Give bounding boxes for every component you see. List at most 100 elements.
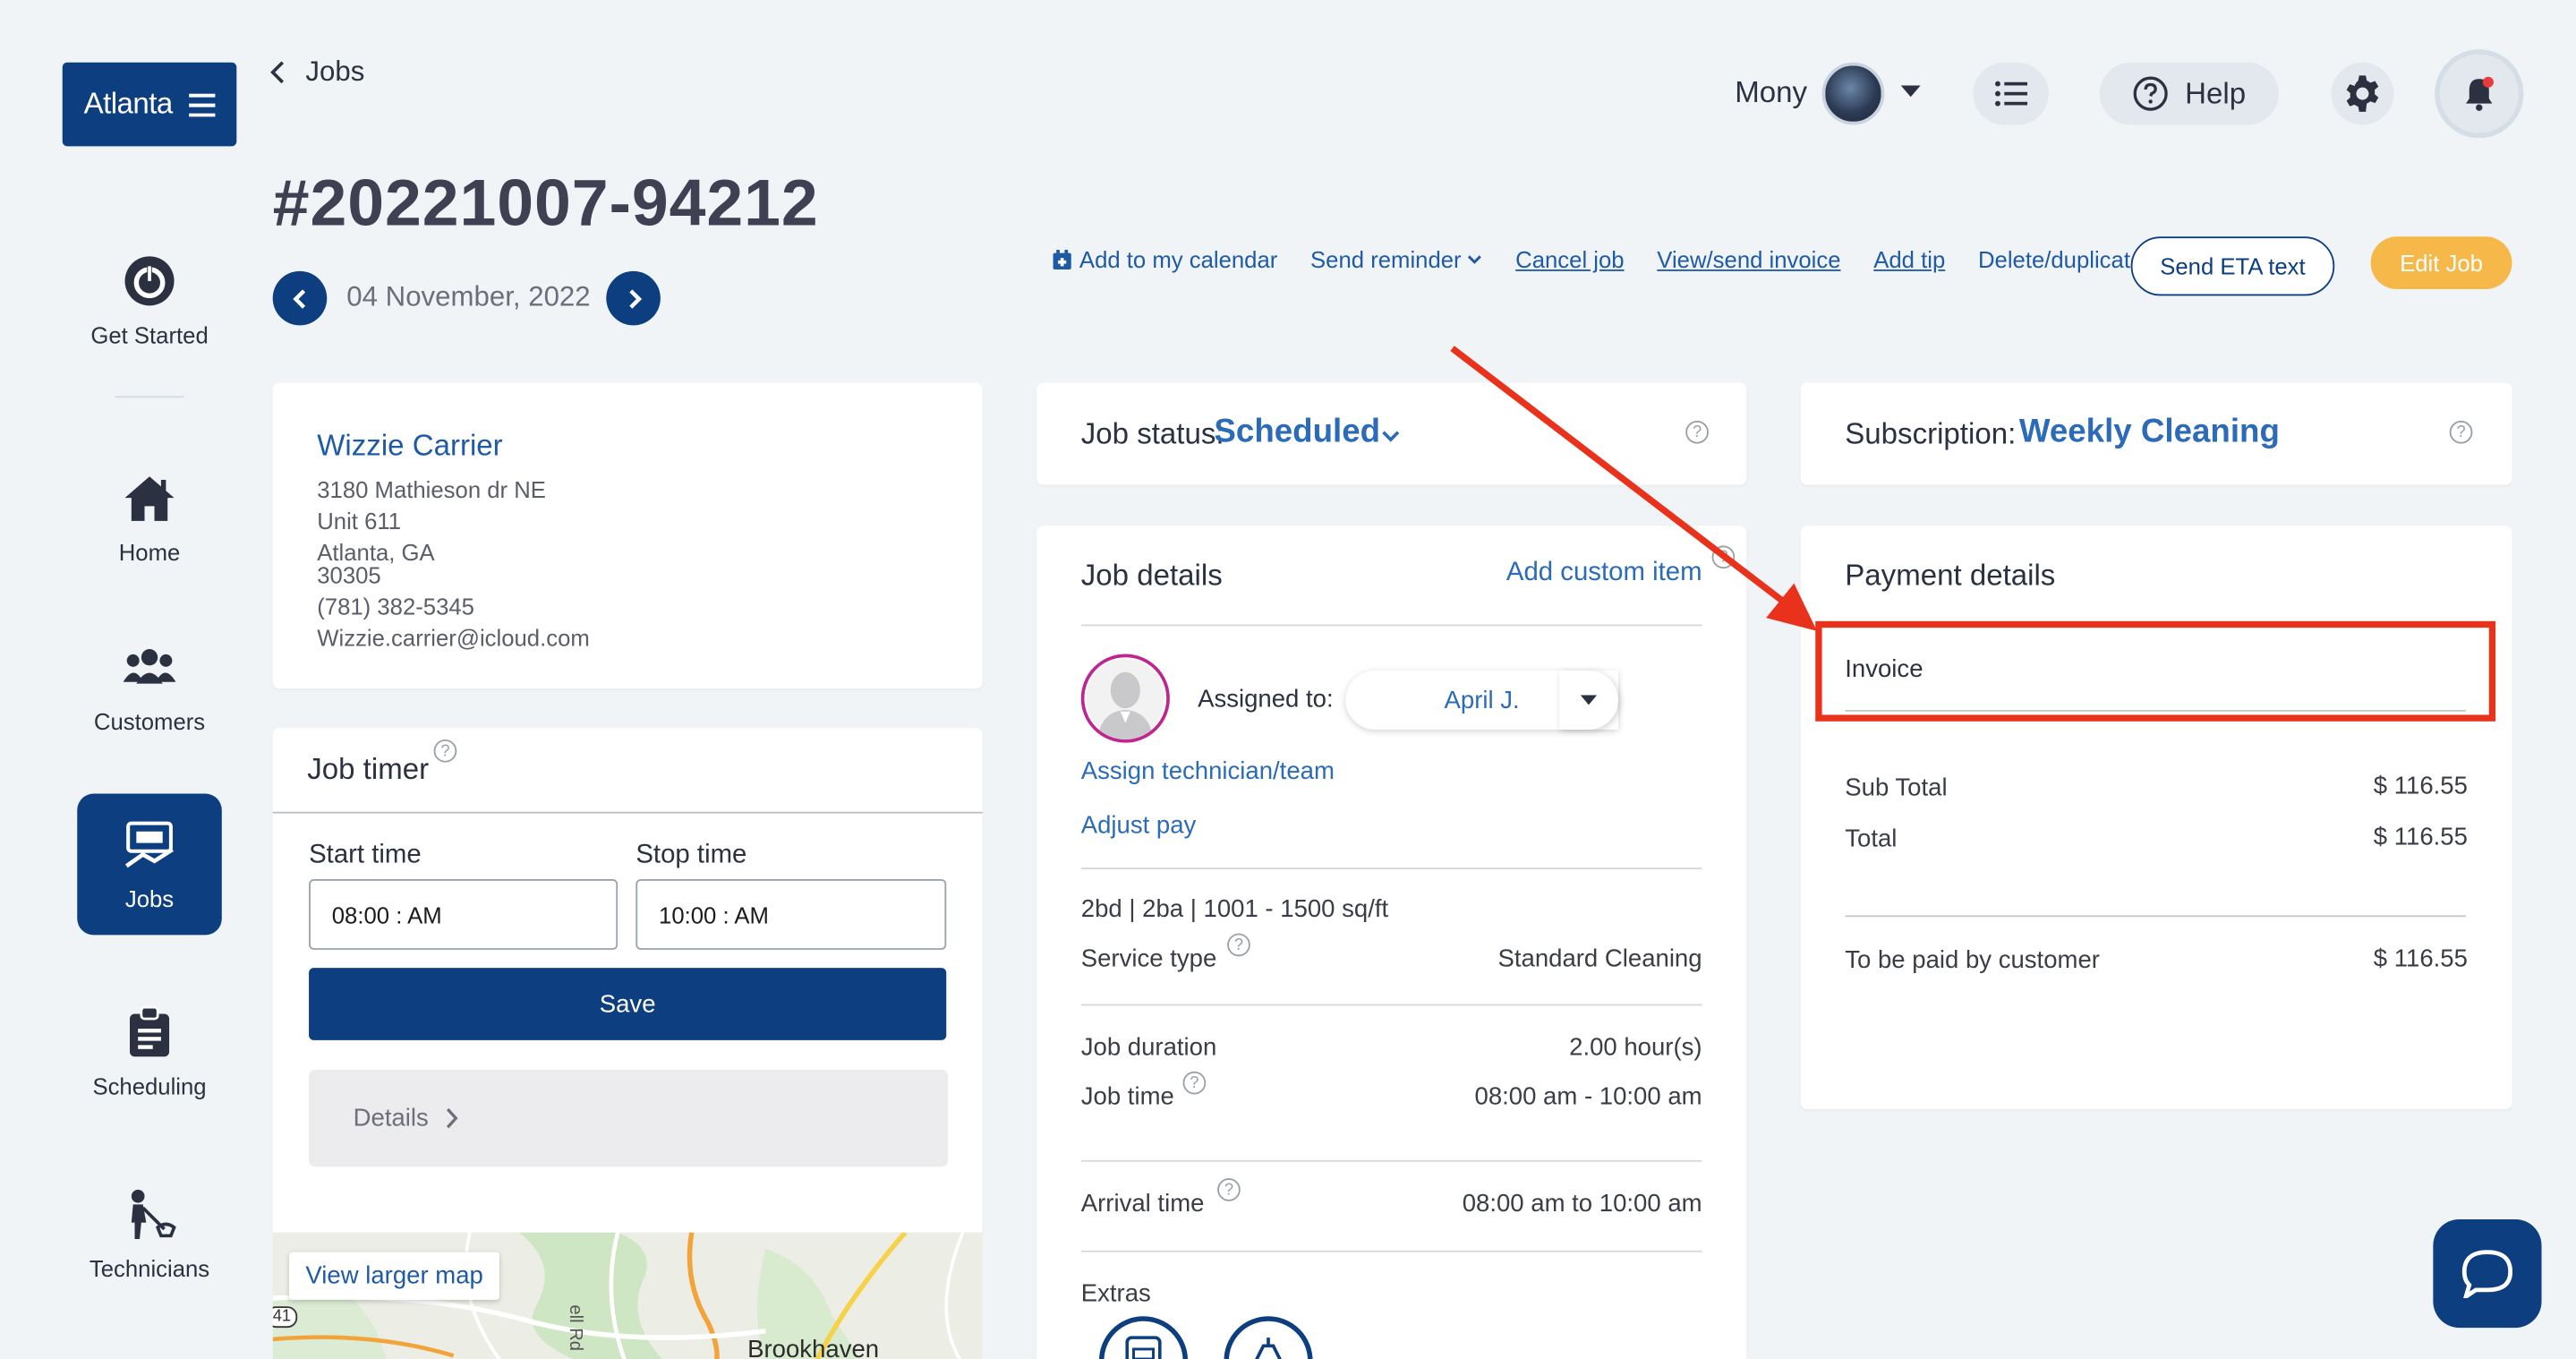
map-route-shield: 41 xyxy=(272,1306,298,1329)
help-label: Help xyxy=(2185,76,2247,110)
extra-item-fridge[interactable] xyxy=(1224,1316,1313,1359)
send-eta-text-button[interactable]: Send ETA text xyxy=(2130,236,2335,296)
customer-email: Wizzie.carrier@icloud.com xyxy=(317,623,590,651)
sidebar-item-label: Home xyxy=(118,539,181,566)
page-title: #20221007-94212 xyxy=(272,167,819,240)
job-time-value: 08:00 am - 10:00 am xyxy=(1474,1082,1702,1111)
sidebar-item-scheduling[interactable]: Scheduling xyxy=(77,981,222,1123)
view-send-invoice-link[interactable]: View/send invoice xyxy=(1657,246,1840,272)
avatar[interactable] xyxy=(1821,62,1885,125)
chevron-left-icon xyxy=(292,288,305,308)
add-tip-link[interactable]: Add tip xyxy=(1873,246,1945,272)
arrival-time-label: Arrival time xyxy=(1080,1189,1205,1218)
help-icon[interactable]: ? xyxy=(1182,1071,1207,1095)
caret-down-icon[interactable] xyxy=(1900,85,1921,98)
settings-button[interactable] xyxy=(2331,62,2394,125)
start-time-input[interactable]: 08:00 : AM xyxy=(309,878,618,950)
back-label: Jobs xyxy=(305,56,365,88)
subscription-card: Subscription: Weekly Cleaning ? xyxy=(1800,382,2512,485)
job-action-toolbar: Add to my calendar Send reminder Cancel … xyxy=(1052,246,2197,273)
help-icon[interactable]: ? xyxy=(1217,1178,1241,1201)
customer-card: Wizzie Carrier 3180 Mathieson dr NE Unit… xyxy=(272,382,983,689)
send-reminder-dropdown[interactable]: Send reminder xyxy=(1310,246,1482,273)
help-icon[interactable]: ? xyxy=(2449,420,2473,444)
help-icon[interactable]: ? xyxy=(1227,933,1250,957)
customer-name-link[interactable]: Wizzie Carrier xyxy=(317,429,502,464)
map-road-label: ell Rd xyxy=(565,1304,585,1352)
next-date-button[interactable] xyxy=(606,270,661,326)
help-icon[interactable]: ? xyxy=(433,739,457,763)
divider xyxy=(272,811,983,814)
subscription-label: Subscription: xyxy=(1845,417,2017,450)
details-toggle[interactable]: Details xyxy=(309,1069,949,1167)
chevron-down-icon xyxy=(1468,255,1482,264)
add-to-calendar-label: Add to my calendar xyxy=(1079,246,1278,273)
total-value: $ 116.55 xyxy=(2373,823,2468,851)
help-button[interactable]: Help xyxy=(2099,62,2279,125)
job-date: 04 November, 2022 xyxy=(346,280,591,312)
previous-date-button[interactable] xyxy=(272,270,328,326)
user-name[interactable]: Mony xyxy=(1735,75,1807,110)
home-icon xyxy=(124,476,175,521)
oven-icon xyxy=(1125,1336,1162,1359)
back-to-jobs-link[interactable]: Jobs xyxy=(269,56,364,89)
users-icon xyxy=(123,649,176,684)
annotation-arrow xyxy=(1450,346,1818,631)
bell-icon xyxy=(2466,76,2494,111)
hamburger-icon xyxy=(189,92,216,116)
location-map[interactable]: View larger map Brookhaven ell Rd 41 xyxy=(272,1232,983,1359)
list-view-button[interactable] xyxy=(1973,62,2049,125)
sidebar-item-customers[interactable]: Customers xyxy=(77,616,222,757)
chevron-right-icon xyxy=(446,1107,458,1129)
add-to-calendar-link[interactable]: Add to my calendar xyxy=(1052,246,1278,273)
job-duration-value: 2.00 hour(s) xyxy=(1569,1033,1702,1062)
person-silhouette-icon xyxy=(1086,659,1165,739)
save-button[interactable]: Save xyxy=(309,968,947,1040)
chat-bubble-icon xyxy=(2461,1250,2513,1299)
sidebar-item-get-started[interactable]: Get Started xyxy=(77,230,222,372)
gear-icon xyxy=(2346,75,2379,112)
sidebar-item-home[interactable]: Home xyxy=(77,447,222,588)
sidebar-item-label: Get Started xyxy=(90,321,209,349)
sidebar-item-jobs[interactable]: Jobs xyxy=(77,793,222,936)
delete-duplicate-label: Delete/duplicate xyxy=(1977,246,2144,273)
chevron-down-icon[interactable] xyxy=(1382,431,1400,442)
extra-item-oven[interactable] xyxy=(1098,1316,1189,1359)
map-place-label: Brookhaven xyxy=(747,1336,880,1359)
view-larger-map-link[interactable]: View larger map xyxy=(289,1252,500,1300)
job-timer-title: Job timer xyxy=(307,752,430,786)
customer-pays-label: To be paid by customer xyxy=(1845,946,2100,975)
location-menu-button[interactable]: Atlanta xyxy=(62,62,237,147)
start-time-label: Start time xyxy=(309,841,422,869)
subscription-value[interactable]: Weekly Cleaning xyxy=(2019,415,2280,452)
chat-widget-button[interactable] xyxy=(2433,1218,2542,1329)
technician-select-toggle[interactable] xyxy=(1558,670,1618,730)
clipboard-icon xyxy=(130,1005,170,1057)
total-label: Total xyxy=(1845,825,1898,853)
customer-city-state: Atlanta, GA xyxy=(317,538,435,566)
sidebar-item-technicians[interactable]: Technicians xyxy=(77,1164,222,1305)
send-reminder-label: Send reminder xyxy=(1310,246,1462,273)
adjust-pay-link[interactable]: Adjust pay xyxy=(1081,812,1197,840)
divider xyxy=(1080,1004,1702,1006)
jobs-icon xyxy=(125,821,174,868)
divider xyxy=(1080,868,1702,869)
divider xyxy=(1080,1159,1702,1162)
customer-phone: (781) 382-5345 xyxy=(317,593,475,620)
edit-job-button[interactable]: Edit Job xyxy=(2370,236,2512,290)
sidebar-divider xyxy=(115,396,184,398)
customer-pays-value: $ 116.55 xyxy=(2373,944,2468,973)
customer-address-line2: Unit 611 xyxy=(317,507,402,534)
job-status-dropdown[interactable]: Scheduled xyxy=(1214,415,1380,452)
payment-details-title: Payment details xyxy=(1845,559,2056,592)
technician-avatar xyxy=(1080,654,1170,743)
assign-technician-link[interactable]: Assign technician/team xyxy=(1081,757,1335,785)
sidebar-item-label: Scheduling xyxy=(92,1073,207,1099)
cancel-job-link[interactable]: Cancel job xyxy=(1515,246,1624,272)
divider xyxy=(1080,1250,1702,1252)
extras-label: Extras xyxy=(1080,1279,1151,1309)
chevron-left-icon xyxy=(270,61,285,84)
job-details-title: Job details xyxy=(1080,559,1223,592)
stop-time-input[interactable]: 10:00 : AM xyxy=(635,878,947,950)
notifications-button[interactable] xyxy=(2435,49,2524,139)
